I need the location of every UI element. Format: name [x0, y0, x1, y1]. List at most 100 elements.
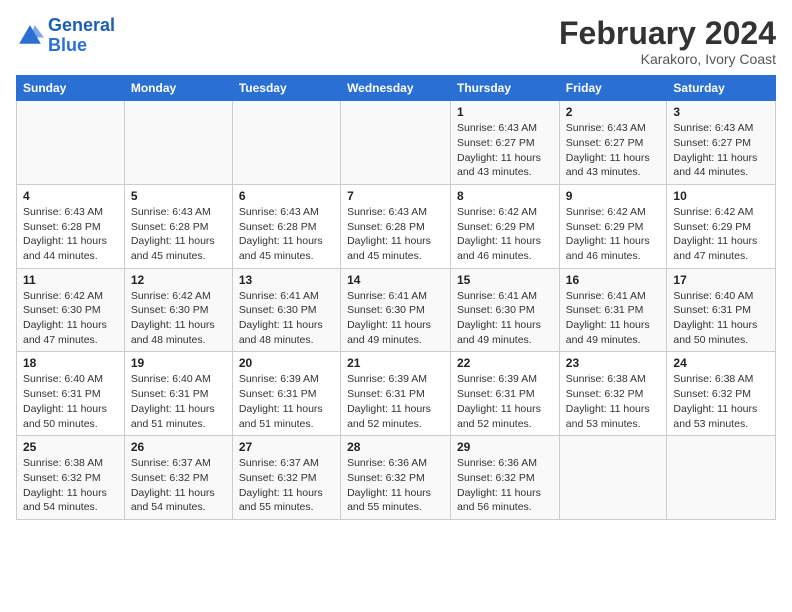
calendar-week-row: 11 Sunrise: 6:42 AMSunset: 6:30 PMDayligh…	[17, 268, 776, 352]
day-detail: Sunrise: 6:40 AMSunset: 6:31 PMDaylight:…	[673, 289, 769, 348]
calendar-cell: 20 Sunrise: 6:39 AMSunset: 6:31 PMDayligh…	[232, 352, 340, 436]
day-number: 8	[457, 189, 553, 203]
calendar-cell: 23Sunrise: 6:38 AMSunset: 6:32 PMDayligh…	[559, 352, 667, 436]
day-detail: Sunrise: 6:39 AMSunset: 6:31 PMDaylight:…	[239, 372, 334, 431]
day-detail: Sunrise: 6:43 AMSunset: 6:28 PMDaylight:…	[239, 205, 334, 264]
calendar-cell: 9 Sunrise: 6:42 AMSunset: 6:29 PMDaylight…	[559, 184, 667, 268]
calendar-body: 1 Sunrise: 6:43 AMSunset: 6:27 PMDaylight…	[17, 101, 776, 520]
logo-general: General	[48, 15, 115, 35]
day-detail: Sunrise: 6:42 AMSunset: 6:30 PMDaylight:…	[131, 289, 226, 348]
calendar-cell: 14Sunrise: 6:41 AMSunset: 6:30 PMDayligh…	[341, 268, 451, 352]
calendar-cell: 19 Sunrise: 6:40 AMSunset: 6:31 PMDayligh…	[124, 352, 232, 436]
day-number: 20	[239, 356, 334, 370]
day-number: 28	[347, 440, 444, 454]
day-number: 11	[23, 273, 118, 287]
day-number: 1	[457, 105, 553, 119]
calendar-cell	[667, 436, 776, 520]
day-detail: Sunrise: 6:42 AMSunset: 6:29 PMDaylight:…	[566, 205, 661, 264]
day-detail: Sunrise: 6:43 AMSunset: 6:28 PMDaylight:…	[347, 205, 444, 264]
calendar-cell: 24 Sunrise: 6:38 AMSunset: 6:32 PMDayligh…	[667, 352, 776, 436]
day-detail: Sunrise: 6:36 AMSunset: 6:32 PMDaylight:…	[457, 456, 553, 515]
header-day: Tuesday	[232, 76, 340, 101]
calendar-cell: 10 Sunrise: 6:42 AMSunset: 6:29 PMDayligh…	[667, 184, 776, 268]
day-detail: Sunrise: 6:42 AMSunset: 6:30 PMDaylight:…	[23, 289, 118, 348]
day-number: 9	[566, 189, 661, 203]
calendar-week-row: 1 Sunrise: 6:43 AMSunset: 6:27 PMDaylight…	[17, 101, 776, 185]
calendar-cell: 25 Sunrise: 6:38 AMSunset: 6:32 PMDayligh…	[17, 436, 125, 520]
day-number: 4	[23, 189, 118, 203]
calendar-cell: 8 Sunrise: 6:42 AMSunset: 6:29 PMDaylight…	[451, 184, 560, 268]
day-detail: Sunrise: 6:41 AMSunset: 6:30 PMDaylight:…	[457, 289, 553, 348]
day-number: 14	[347, 273, 444, 287]
day-detail: Sunrise: 6:40 AMSunset: 6:31 PMDaylight:…	[131, 372, 226, 431]
calendar-cell: 28 Sunrise: 6:36 AMSunset: 6:32 PMDayligh…	[341, 436, 451, 520]
day-detail: Sunrise: 6:43 AMSunset: 6:28 PMDaylight:…	[23, 205, 118, 264]
calendar-cell: 1 Sunrise: 6:43 AMSunset: 6:27 PMDaylight…	[451, 101, 560, 185]
day-number: 5	[131, 189, 226, 203]
calendar-cell: 11 Sunrise: 6:42 AMSunset: 6:30 PMDayligh…	[17, 268, 125, 352]
day-number: 10	[673, 189, 769, 203]
day-detail: Sunrise: 6:39 AMSunset: 6:31 PMDaylight:…	[457, 372, 553, 431]
logo-text: General Blue	[48, 16, 115, 56]
day-number: 6	[239, 189, 334, 203]
day-number: 25	[23, 440, 118, 454]
day-detail: Sunrise: 6:38 AMSunset: 6:32 PMDaylight:…	[23, 456, 118, 515]
calendar-cell: 27 Sunrise: 6:37 AMSunset: 6:32 PMDayligh…	[232, 436, 340, 520]
header-day: Friday	[559, 76, 667, 101]
day-number: 12	[131, 273, 226, 287]
calendar-cell: 7Sunrise: 6:43 AMSunset: 6:28 PMDaylight…	[341, 184, 451, 268]
logo-icon	[16, 22, 44, 50]
header-day: Sunday	[17, 76, 125, 101]
day-number: 21	[347, 356, 444, 370]
calendar-cell: 15 Sunrise: 6:41 AMSunset: 6:30 PMDayligh…	[451, 268, 560, 352]
calendar-cell	[17, 101, 125, 185]
page-header: General Blue February 2024 Karakoro, Ivo…	[16, 16, 776, 67]
calendar-week-row: 18 Sunrise: 6:40 AMSunset: 6:31 PMDayligh…	[17, 352, 776, 436]
calendar-week-row: 4 Sunrise: 6:43 AMSunset: 6:28 PMDaylight…	[17, 184, 776, 268]
header-day: Monday	[124, 76, 232, 101]
day-detail: Sunrise: 6:36 AMSunset: 6:32 PMDaylight:…	[347, 456, 444, 515]
day-detail: Sunrise: 6:41 AMSunset: 6:30 PMDaylight:…	[239, 289, 334, 348]
logo: General Blue	[16, 16, 115, 56]
day-number: 19	[131, 356, 226, 370]
day-number: 3	[673, 105, 769, 119]
subtitle: Karakoro, Ivory Coast	[559, 51, 776, 67]
calendar-cell: 3 Sunrise: 6:43 AMSunset: 6:27 PMDaylight…	[667, 101, 776, 185]
day-number: 17	[673, 273, 769, 287]
main-title: February 2024	[559, 16, 776, 51]
day-detail: Sunrise: 6:37 AMSunset: 6:32 PMDaylight:…	[239, 456, 334, 515]
calendar-cell	[124, 101, 232, 185]
day-detail: Sunrise: 6:43 AMSunset: 6:27 PMDaylight:…	[566, 121, 661, 180]
day-detail: Sunrise: 6:43 AMSunset: 6:27 PMDaylight:…	[673, 121, 769, 180]
calendar-cell: 4 Sunrise: 6:43 AMSunset: 6:28 PMDaylight…	[17, 184, 125, 268]
header-row: SundayMondayTuesdayWednesdayThursdayFrid…	[17, 76, 776, 101]
day-number: 22	[457, 356, 553, 370]
calendar-cell: 12 Sunrise: 6:42 AMSunset: 6:30 PMDayligh…	[124, 268, 232, 352]
day-number: 15	[457, 273, 553, 287]
day-number: 29	[457, 440, 553, 454]
calendar-cell: 6 Sunrise: 6:43 AMSunset: 6:28 PMDaylight…	[232, 184, 340, 268]
calendar-cell: 17 Sunrise: 6:40 AMSunset: 6:31 PMDayligh…	[667, 268, 776, 352]
calendar-cell: 13Sunrise: 6:41 AMSunset: 6:30 PMDayligh…	[232, 268, 340, 352]
calendar-cell: 18Sunrise: 6:40 AMSunset: 6:31 PMDayligh…	[17, 352, 125, 436]
day-number: 2	[566, 105, 661, 119]
calendar-table: SundayMondayTuesdayWednesdayThursdayFrid…	[16, 75, 776, 520]
calendar-cell: 22 Sunrise: 6:39 AMSunset: 6:31 PMDayligh…	[451, 352, 560, 436]
day-number: 18	[23, 356, 118, 370]
calendar-cell: 16Sunrise: 6:41 AMSunset: 6:31 PMDayligh…	[559, 268, 667, 352]
day-number: 24	[673, 356, 769, 370]
calendar-cell: 5 Sunrise: 6:43 AMSunset: 6:28 PMDaylight…	[124, 184, 232, 268]
calendar-cell	[341, 101, 451, 185]
day-number: 27	[239, 440, 334, 454]
header-day: Saturday	[667, 76, 776, 101]
day-detail: Sunrise: 6:43 AMSunset: 6:28 PMDaylight:…	[131, 205, 226, 264]
calendar-cell: 26Sunrise: 6:37 AMSunset: 6:32 PMDayligh…	[124, 436, 232, 520]
day-detail: Sunrise: 6:42 AMSunset: 6:29 PMDaylight:…	[457, 205, 553, 264]
calendar-cell: 21Sunrise: 6:39 AMSunset: 6:31 PMDayligh…	[341, 352, 451, 436]
day-detail: Sunrise: 6:38 AMSunset: 6:32 PMDaylight:…	[673, 372, 769, 431]
day-detail: Sunrise: 6:38 AMSunset: 6:32 PMDaylight:…	[566, 372, 661, 431]
calendar-cell	[559, 436, 667, 520]
day-detail: Sunrise: 6:43 AMSunset: 6:27 PMDaylight:…	[457, 121, 553, 180]
day-detail: Sunrise: 6:42 AMSunset: 6:29 PMDaylight:…	[673, 205, 769, 264]
day-detail: Sunrise: 6:41 AMSunset: 6:31 PMDaylight:…	[566, 289, 661, 348]
